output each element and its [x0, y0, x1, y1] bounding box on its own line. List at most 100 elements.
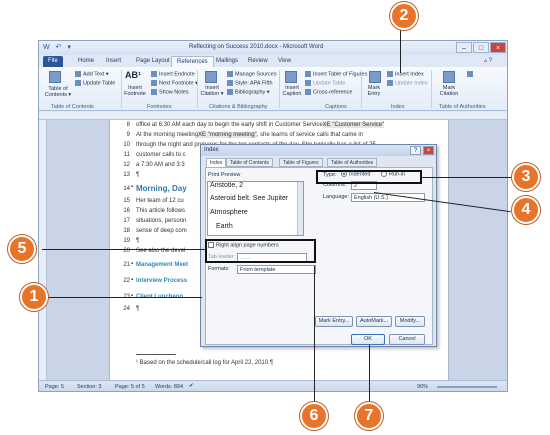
line-number: 11 — [123, 152, 130, 158]
print-preview-box: Aristotle, 2 Asteroid belt. See Jupiter … — [207, 181, 304, 236]
quick-access-toolbar[interactable]: W ↶ ▾ — [43, 43, 73, 51]
cancel-button[interactable]: Cancel — [389, 334, 425, 345]
table-of-contents-button[interactable]: Table of Contents ▾ — [43, 86, 73, 98]
insert-index-icon — [387, 71, 393, 77]
link-interview-process[interactable]: Interview Process — [136, 278, 187, 284]
callout-badge: 5 — [8, 235, 36, 263]
formats-label: Formats: — [208, 266, 230, 272]
style-select[interactable]: Style: APA Fifth — [227, 80, 273, 86]
show-notes-button[interactable]: Show Notes — [151, 89, 189, 95]
callout-badge: 6 — [300, 402, 328, 430]
proofing-icon[interactable]: ✔ — [189, 383, 194, 389]
zoom-level[interactable]: 90% — [417, 384, 428, 390]
footnote-separator — [136, 354, 176, 355]
tab-file[interactable]: File — [43, 56, 63, 67]
manage-sources-icon — [227, 71, 233, 77]
mark-entry-button[interactable]: Mark Entry — [365, 85, 383, 97]
tab-table-of-contents[interactable]: Table of Contents — [226, 158, 273, 167]
insert-footnote-button[interactable]: Insert Footnote — [123, 85, 147, 97]
next-footnote-icon — [151, 80, 157, 86]
insert-endnote-button[interactable]: Insert Endnote — [151, 71, 195, 77]
window-title: Reflecting on Success 2010.docx - Micros… — [189, 44, 324, 50]
tab-review[interactable]: Review — [243, 56, 273, 67]
table-of-figures-icon — [305, 71, 311, 77]
preview-entry: Aristotle, 2 — [210, 182, 244, 189]
update-index-button[interactable]: Update Index — [387, 80, 428, 86]
vertical-ruler[interactable] — [39, 120, 47, 380]
ribbon-divider — [121, 70, 122, 108]
insert-table-of-figures-button[interactable]: Insert Table of Figures — [305, 71, 367, 77]
status-words[interactable]: Words: 894 — [155, 384, 183, 390]
insert-citation-button[interactable]: Insert Citation ▾ — [199, 85, 225, 97]
status-section[interactable]: Section: 3 — [77, 384, 101, 390]
insertion-point-line: ¶ — [136, 306, 140, 312]
ribbon-divider — [279, 70, 280, 108]
tab-home[interactable]: Home — [73, 56, 99, 67]
tab-view[interactable]: View — [273, 56, 296, 67]
tab-insert[interactable]: Insert — [101, 56, 126, 67]
update-table-button[interactable]: Update Table — [75, 80, 115, 86]
dialog-title: Index — [201, 145, 436, 156]
formats-select[interactable]: From template — [237, 265, 316, 274]
tab-index[interactable]: Index — [206, 158, 227, 167]
callout-badge: 4 — [512, 196, 540, 224]
mark-entry-dialog-button[interactable]: Mark Entry... — [315, 316, 353, 327]
modify-button[interactable]: Modify... — [395, 316, 425, 327]
tab-mailings[interactable]: Mailings — [211, 56, 243, 67]
callout-leader — [48, 297, 202, 298]
preview-entry: Atmosphere — [210, 209, 248, 216]
group-label-footnotes: Footnotes — [147, 104, 172, 110]
status-pages[interactable]: Page: 5 of 5 — [115, 384, 145, 390]
insert-caption-button[interactable]: Insert Caption — [281, 85, 303, 97]
close-icon[interactable]: × — [490, 42, 506, 53]
add-text-button[interactable]: Add Text ▾ — [75, 71, 109, 77]
tab-table-of-figures[interactable]: Table of Figures — [279, 158, 323, 167]
cross-reference-button[interactable]: Cross-reference — [305, 89, 352, 95]
document-line: ¶ — [136, 238, 140, 244]
ok-button[interactable]: OK — [351, 334, 385, 345]
next-footnote-button[interactable]: Next Footnote ▾ — [151, 80, 198, 86]
callout-badge: 3 — [512, 163, 540, 191]
mark-citation-button[interactable]: Mark Citation — [437, 85, 461, 97]
preview-scrollbar[interactable] — [297, 182, 303, 235]
document-line: a 7:30 AM and 3:3 — [136, 162, 185, 168]
mark-entry-icon — [369, 71, 381, 83]
ribbon-tabs: File Home Insert Page Layout References … — [39, 55, 507, 67]
document-line: This article follows — [136, 208, 186, 214]
insert-caption-icon — [285, 71, 297, 83]
help-icon[interactable]: ▵ ? — [479, 56, 497, 67]
line-number: 9 — [126, 132, 130, 138]
line-number: 12 — [123, 162, 130, 168]
line-number: 8 — [126, 122, 130, 128]
tab-table-of-authorities[interactable]: Table of Authorities — [327, 158, 378, 167]
line-number: 19 — [123, 238, 130, 244]
manage-sources-button[interactable]: Manage Sources — [227, 71, 277, 77]
help-button[interactable]: ? — [410, 146, 421, 155]
bibliography-button[interactable]: Bibliography ▾ — [227, 89, 270, 95]
close-icon[interactable]: × — [423, 146, 434, 155]
callout-leader — [369, 345, 370, 402]
insert-index-button[interactable]: Insert Index — [387, 71, 424, 77]
preview-entry: Asteroid belt. See Jupiter — [210, 195, 289, 202]
line-number: 13 — [123, 172, 130, 178]
horizontal-ruler[interactable] — [39, 112, 507, 120]
automark-button[interactable]: AutoMark... — [356, 316, 392, 327]
document-heading: Morning, Day — [136, 184, 187, 193]
group-label-authorities: Table of Authorities — [439, 104, 486, 110]
zoom-slider[interactable] — [437, 386, 497, 388]
group-label-toc: Table of Contents — [51, 104, 94, 110]
group-label-index: Index — [391, 104, 405, 110]
maximize-icon[interactable]: □ — [473, 42, 489, 53]
window-controls: – □ × — [456, 42, 506, 53]
callout-leader — [314, 266, 315, 402]
tab-page-layout[interactable]: Page Layout — [131, 56, 175, 67]
highlight-type-options — [316, 170, 422, 184]
minimize-icon[interactable]: – — [456, 42, 472, 53]
status-page[interactable]: Page: 5 — [45, 384, 64, 390]
status-bar: Page: 5 Section: 3 Page: 5 of 5 Words: 8… — [39, 380, 507, 391]
line-number: 18 — [123, 228, 130, 234]
link-management-meeting[interactable]: Management Meet — [136, 262, 188, 268]
insert-table-of-authorities-icon[interactable] — [467, 71, 475, 77]
update-table-figures-button[interactable]: Update Table — [305, 80, 345, 86]
tab-references[interactable]: References — [171, 56, 214, 67]
